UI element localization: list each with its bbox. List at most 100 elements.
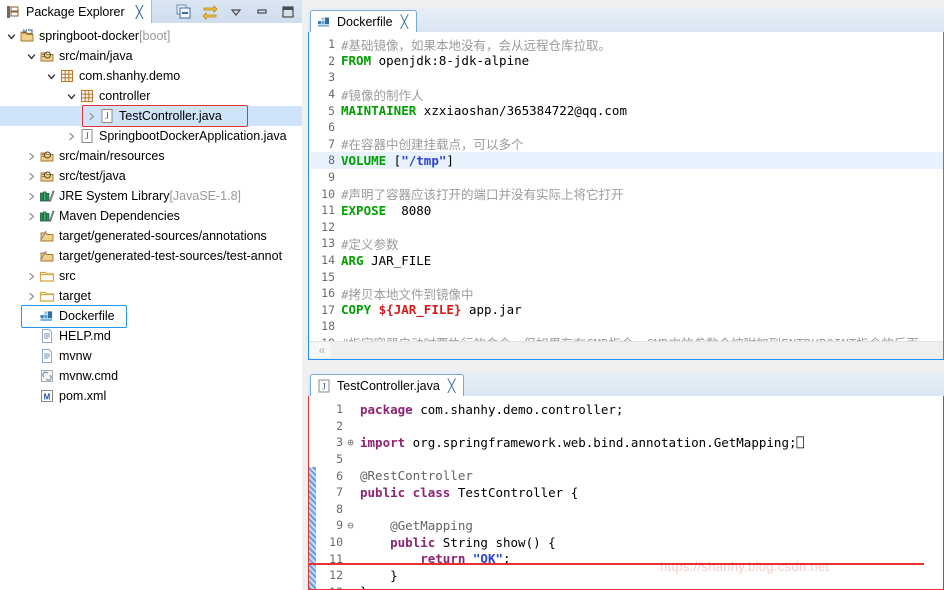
maximize-icon[interactable] bbox=[280, 4, 296, 20]
chevron-right-icon[interactable] bbox=[26, 191, 37, 202]
fold-toggle-icon[interactable]: ⊕ bbox=[345, 436, 356, 449]
tab-dockerfile[interactable]: Dockerfile ╳ bbox=[310, 10, 418, 32]
tab-testcontroller[interactable]: J TestController.java ╳ bbox=[310, 374, 465, 396]
code-line[interactable]: 7 public class TestController { bbox=[319, 484, 943, 501]
chevron-right-icon[interactable] bbox=[86, 111, 97, 122]
tree-item-springboot-docker[interactable]: Mspringboot-docker [boot] bbox=[0, 26, 302, 46]
line-number: 17 bbox=[321, 302, 335, 317]
code-line[interactable]: 14 ARG JAR_FILE bbox=[311, 252, 943, 269]
code-line[interactable]: 8 bbox=[319, 501, 943, 518]
minimize-icon[interactable] bbox=[254, 4, 270, 20]
scroll-left-icon[interactable]: « bbox=[315, 343, 329, 358]
code-line[interactable]: 18 bbox=[311, 318, 943, 335]
view-menu-icon[interactable] bbox=[228, 4, 244, 20]
chevron-right-icon[interactable] bbox=[66, 131, 77, 142]
tree-item-dockerfile[interactable]: Dockerfile bbox=[0, 306, 302, 326]
tree-item-com-shanhy-demo[interactable]: com.shanhy.demo bbox=[0, 66, 302, 86]
link-with-editor-icon[interactable] bbox=[202, 4, 218, 20]
annotation-underline bbox=[308, 563, 924, 565]
code-text: } bbox=[356, 584, 368, 589]
tree-item-src-main-java[interactable]: src/main/java bbox=[0, 46, 302, 66]
code-line[interactable]: 15 bbox=[311, 268, 943, 285]
tree-item-src-test-java[interactable]: src/test/java bbox=[0, 166, 302, 186]
tree-item-springbootdockerapplication-java[interactable]: J SpringbootDockerApplication.java bbox=[0, 126, 302, 146]
close-icon[interactable]: ╳ bbox=[401, 14, 409, 29]
code-line[interactable]: 12 } bbox=[319, 567, 943, 584]
code-line[interactable]: 11 EXPOSE 8080 bbox=[311, 202, 943, 219]
code-line[interactable]: 12 bbox=[311, 219, 943, 236]
tree-item-mvnw[interactable]: mvnw bbox=[0, 346, 302, 366]
testcontroller-tab-label: TestController.java bbox=[337, 378, 440, 393]
line-number: 10 bbox=[329, 535, 343, 550]
chevron-right-icon[interactable] bbox=[26, 211, 37, 222]
tree-item-maven-dependencies[interactable]: Maven Dependencies bbox=[0, 206, 302, 226]
code-line[interactable]: 2 FROM openjdk:8-jdk-alpine bbox=[311, 53, 943, 70]
code-line[interactable]: 8 VOLUME ["/tmp"] bbox=[311, 152, 943, 169]
code-line[interactable]: 4 #镜像的制作人 bbox=[311, 86, 943, 103]
source-folder-excluded-icon bbox=[39, 248, 55, 264]
chevron-down-icon[interactable] bbox=[46, 71, 57, 82]
code-line[interactable]: 5 MAINTAINER xzxiaoshan/365384722@qq.com bbox=[311, 102, 943, 119]
tree-item-mvnw-cmd[interactable]: mvnw.cmd bbox=[0, 366, 302, 386]
source-folder-icon bbox=[39, 168, 55, 184]
close-icon[interactable]: ╳ bbox=[448, 378, 456, 393]
code-line[interactable]: 6 @RestController bbox=[319, 467, 943, 484]
code-text: @RestController bbox=[360, 468, 473, 484]
tree-item-jre-system-library[interactable]: JRE System Library [JavaSE-1.8] bbox=[0, 186, 302, 206]
code-text: #镜像的制作人 bbox=[341, 87, 424, 103]
code-line[interactable]: 6 bbox=[311, 119, 943, 136]
chevron-right-icon[interactable] bbox=[26, 291, 37, 302]
chevron-down-icon[interactable] bbox=[6, 31, 17, 42]
dockerfile-hscrollbar[interactable]: « bbox=[309, 341, 943, 359]
chevron-down-icon[interactable] bbox=[26, 51, 37, 62]
code-line[interactable]: 3 ⊕ import org.springframework.web.bind.an… bbox=[319, 434, 943, 451]
line-number: 1 bbox=[336, 402, 343, 417]
code-line[interactable]: 9 bbox=[311, 169, 943, 186]
project-tree[interactable]: Mspringboot-docker [boot] src/main/java co… bbox=[0, 23, 302, 590]
tree-item-label: target/generated-test-sources/test-annot bbox=[59, 249, 283, 263]
tree-item-controller[interactable]: controller bbox=[0, 86, 302, 106]
tree-item-src-main-resources[interactable]: src/main/resources bbox=[0, 146, 302, 166]
code-line[interactable]: 9 ⊖ @GetMapping bbox=[319, 517, 943, 534]
tree-item-target-generated-test-sources-test-annot[interactable]: target/generated-test-sources/test-annot bbox=[0, 246, 302, 266]
code-line[interactable]: 1 package com.shanhy.demo.controller; bbox=[319, 401, 943, 418]
code-line[interactable]: 10 public String show() { bbox=[319, 534, 943, 551]
code-line[interactable]: 3 bbox=[311, 69, 943, 86]
code-text: MAINTAINER xzxiaoshan/365384722@qq.com bbox=[341, 103, 627, 119]
code-line[interactable]: 17 COPY ${JAR_FILE} app.jar bbox=[311, 302, 943, 319]
code-line[interactable]: 2 bbox=[319, 418, 943, 435]
tree-item-label: target bbox=[59, 289, 91, 303]
testcontroller-code-area[interactable]: 1 package com.shanhy.demo.controller; 2 3 ⊕ i… bbox=[309, 396, 943, 589]
chevron-right-icon[interactable] bbox=[26, 151, 37, 162]
code-line[interactable]: 5 bbox=[319, 451, 943, 468]
source-folder-icon bbox=[39, 148, 55, 164]
code-line[interactable]: 1 #基础镜像，如果本地没有，会从远程仓库拉取。 bbox=[311, 36, 943, 53]
code-line[interactable]: 10 #声明了容器应该打开的端口并没有实际上将它打开 bbox=[311, 185, 943, 203]
code-line[interactable]: 7 #在容器中创建挂载点，可以多个 bbox=[311, 136, 943, 153]
tree-item-target[interactable]: target bbox=[0, 286, 302, 306]
tree-item-testcontroller-java[interactable]: J TestController.java bbox=[0, 106, 302, 126]
chevron-right-icon[interactable] bbox=[26, 171, 37, 182]
dockerfile-code-area[interactable]: 1 #基础镜像，如果本地没有，会从远程仓库拉取。 2 FROM openjdk:8-j… bbox=[309, 32, 943, 359]
close-icon[interactable]: ╳ bbox=[136, 5, 143, 19]
tab-package-explorer[interactable]: Package Explorer ╳ bbox=[0, 0, 152, 23]
tree-item-src[interactable]: src bbox=[0, 266, 302, 286]
tree-item-label: mvnw.cmd bbox=[59, 369, 119, 383]
package-explorer-view: Package Explorer ╳ M springboot-docker [… bbox=[0, 0, 302, 590]
fold-toggle-icon[interactable]: ⊖ bbox=[345, 519, 356, 532]
collapse-all-icon[interactable] bbox=[176, 4, 192, 20]
chevron-right-icon[interactable] bbox=[26, 271, 37, 282]
line-number: 10 bbox=[321, 186, 335, 201]
tree-item-target-generated-sources-annotations[interactable]: target/generated-sources/annotations bbox=[0, 226, 302, 246]
chevron-down-icon[interactable] bbox=[66, 91, 77, 102]
code-line[interactable]: 16 #拷贝本地文件到镜像中 bbox=[311, 285, 943, 302]
tree-item-pom-xml[interactable]: Mpom.xml bbox=[0, 386, 302, 406]
tree-item-help-md[interactable]: HELP.md bbox=[0, 326, 302, 346]
line-number: 4 bbox=[328, 87, 335, 102]
code-line[interactable]: 13} bbox=[319, 584, 943, 589]
code-line[interactable]: 13 #定义参数 bbox=[311, 235, 943, 252]
